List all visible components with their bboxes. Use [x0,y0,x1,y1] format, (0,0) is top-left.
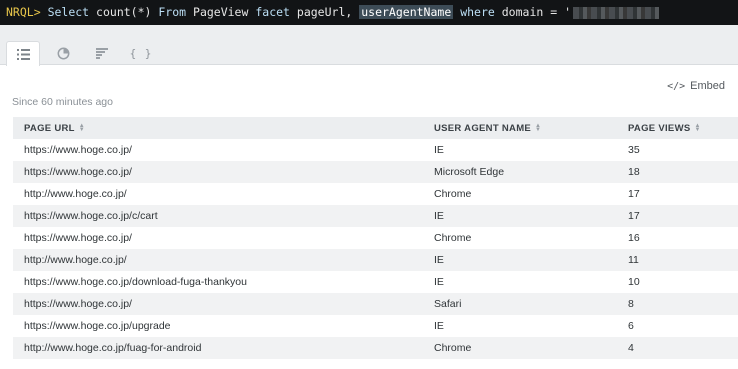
query-keyword-where: where [460,5,495,19]
column-header-page-views[interactable]: PAGE VIEWS ▲ ▼ [617,123,738,134]
sort-icon: ▲ ▼ [535,123,542,133]
cell-user-agent-name: Chrome [434,232,472,244]
table-row: https://www.hoge.co.jp/ IE 35 [13,139,738,161]
query-prompt: NRQL> [6,5,41,19]
table-row: https://www.hoge.co.jp/ Safari 8 [13,293,738,315]
table-row: http://www.hoge.co.jp/ IE 11 [13,249,738,271]
table-row: https://www.hoge.co.jp/download-fuga-tha… [13,271,738,293]
query-facet-user-agent-selected[interactable]: userAgentName [359,5,454,19]
table-row: https://www.hoge.co.jp/c/cart IE 17 [13,205,738,227]
column-header-label: PAGE URL [24,122,75,134]
cell-page-url: https://www.hoge.co.jp/ [24,232,132,244]
cell-page-views: 17 [628,188,640,200]
table-row: https://www.hoge.co.jp/ Microsoft Edge 1… [13,161,738,183]
table-row: https://www.hoge.co.jp/ Chrome 16 [13,227,738,249]
list-icon [16,48,30,60]
sort-icon: ▲ ▼ [694,123,701,133]
cell-page-views: 6 [628,320,634,332]
bar-list-icon [95,48,109,59]
query-results-panel: NRQL> Select count(*) From PageView face… [0,0,738,369]
tab-json-view[interactable]: { } [124,42,158,65]
cell-page-url: https://www.hoge.co.jp/ [24,144,132,156]
cell-page-views: 16 [628,232,640,244]
query-event-type: PageView [193,5,249,19]
cell-user-agent-name: IE [434,320,444,332]
time-range-label: Since 60 minutes ago [12,96,113,108]
tab-bar-view[interactable] [85,42,119,65]
cell-user-agent-name: Microsoft Edge [434,166,505,178]
table-row: https://www.hoge.co.jp/upgrade IE 6 [13,315,738,337]
cell-page-views: 17 [628,210,640,222]
cell-page-url: http://www.hoge.co.jp/fuag-for-android [24,342,202,354]
embed-button[interactable]: </> Embed [667,80,725,92]
cell-page-views: 18 [628,166,640,178]
query-quote: ' [564,5,572,19]
cell-page-url: https://www.hoge.co.jp/c/cart [24,210,158,222]
cell-user-agent-name: Chrome [434,342,472,354]
cell-page-views: 10 [628,276,640,288]
cell-user-agent-name: IE [434,210,444,222]
cell-user-agent-name: IE [434,144,444,156]
column-header-label: PAGE VIEWS [628,122,691,134]
embed-label: Embed [690,80,725,92]
column-header-user-agent-name[interactable]: USER AGENT NAME ▲ ▼ [423,123,617,134]
table-row: http://www.hoge.co.jp/fuag-for-android C… [13,337,738,359]
query-keyword-facet: facet [255,5,290,19]
query-operator: = [550,5,558,19]
cell-user-agent-name: IE [434,276,444,288]
cell-user-agent-name: Safari [434,298,462,310]
view-tabs: { } [0,25,738,66]
json-braces-icon: { } [129,47,153,60]
refresh-chart-icon [57,47,70,60]
cell-user-agent-name: Chrome [434,188,472,200]
query-keyword-select: Select [47,5,90,19]
cell-page-url: https://www.hoge.co.jp/ [24,298,132,310]
table-body: https://www.hoge.co.jp/ IE 35 https://ww… [13,139,738,359]
sort-icon: ▲ ▼ [78,123,86,133]
code-icon: </> [667,80,686,92]
column-header-label: USER AGENT NAME [434,122,532,134]
query-function: count(*) [96,5,152,19]
cell-page-url: http://www.hoge.co.jp/ [24,254,127,266]
query-keyword-from: From [158,5,187,19]
tab-chart-view[interactable] [46,42,80,65]
nrql-query-bar[interactable]: NRQL> Select count(*) From PageView face… [0,0,738,25]
query-facet-page-url: pageUrl, [296,5,353,19]
cell-page-url: http://www.hoge.co.jp/ [24,188,127,200]
cell-page-views: 11 [628,254,639,266]
cell-page-url: https://www.hoge.co.jp/ [24,166,132,178]
redacted-value [573,6,660,19]
cell-page-url: https://www.hoge.co.jp/upgrade [24,320,171,332]
table-header: PAGE URL ▲ ▼ USER AGENT NAME ▲ ▼ PAGE VIEW… [13,117,738,139]
tab-table-view[interactable] [6,41,40,66]
cell-page-views: 35 [628,144,640,156]
cell-page-views: 4 [628,342,634,354]
table-row: http://www.hoge.co.jp/ Chrome 17 [13,183,738,205]
cell-page-url: https://www.hoge.co.jp/download-fuga-tha… [24,276,247,288]
results-table: PAGE URL ▲ ▼ USER AGENT NAME ▲ ▼ PAGE VIEW… [13,117,738,359]
query-attribute: domain [501,5,544,19]
cell-user-agent-name: IE [434,254,444,266]
column-header-page-url[interactable]: PAGE URL ▲ ▼ [13,123,423,134]
cell-page-views: 8 [628,298,634,310]
